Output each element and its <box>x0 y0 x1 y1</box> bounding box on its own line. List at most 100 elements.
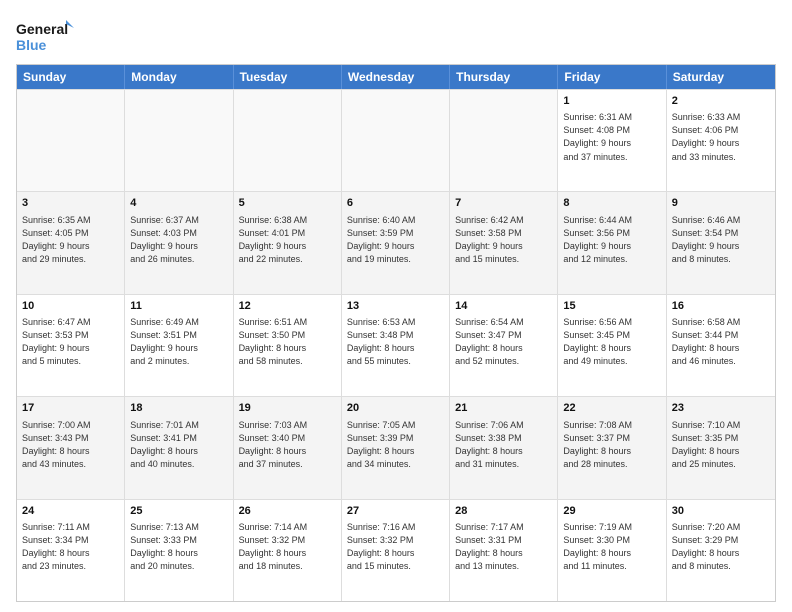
calendar-header-cell: Sunday <box>17 65 125 89</box>
day-info: Sunrise: 6:51 AMSunset: 3:50 PMDaylight:… <box>239 316 336 368</box>
calendar-cell-empty <box>342 90 450 191</box>
calendar-cell: 14 Sunrise: 6:54 AMSunset: 3:47 PMDayligh… <box>450 295 558 396</box>
calendar-body: 1 Sunrise: 6:31 AMSunset: 4:08 PMDaylight… <box>17 89 775 601</box>
calendar-cell: 13Sunrise: 6:53 AMSunset: 3:48 PMDayligh… <box>342 295 450 396</box>
day-number: 25 <box>130 504 227 519</box>
calendar-header-row: SundayMondayTuesdayWednesdayThursdayFrid… <box>17 65 775 89</box>
calendar-cell: 7 Sunrise: 6:42 AMSunset: 3:58 PMDaylight… <box>450 192 558 293</box>
calendar-cell: 4Sunrise: 6:37 AMSunset: 4:03 PMDaylight… <box>125 192 233 293</box>
day-info: Sunrise: 7:10 AMSunset: 3:35 PMDaylight:… <box>672 419 770 471</box>
day-number: 2 <box>672 94 770 109</box>
day-number: 7 <box>455 196 552 211</box>
calendar-cell: 5 Sunrise: 6:38 AMSunset: 4:01 PMDaylight… <box>234 192 342 293</box>
calendar-cell-empty <box>450 90 558 191</box>
calendar-cell: 15 Sunrise: 6:56 AMSunset: 3:45 PMDayligh… <box>558 295 666 396</box>
header: General Blue <box>16 16 776 56</box>
day-number: 12 <box>239 299 336 314</box>
calendar-cell: 18 Sunrise: 7:01 AMSunset: 3:41 PMDayligh… <box>125 397 233 498</box>
day-info: Sunrise: 7:05 AMSunset: 3:39 PMDaylight:… <box>347 419 444 471</box>
day-number: 14 <box>455 299 552 314</box>
logo: General Blue <box>16 16 76 56</box>
day-number: 11 <box>130 299 227 314</box>
day-info: Sunrise: 7:01 AMSunset: 3:41 PMDaylight:… <box>130 419 227 471</box>
day-number: 21 <box>455 401 552 416</box>
calendar-cell-empty <box>234 90 342 191</box>
calendar-cell: 9 Sunrise: 6:46 AMSunset: 3:54 PMDaylight… <box>667 192 775 293</box>
calendar-header-cell: Wednesday <box>342 65 450 89</box>
day-info: Sunrise: 6:56 AMSunset: 3:45 PMDaylight:… <box>563 316 660 368</box>
day-info: Sunrise: 6:31 AMSunset: 4:08 PMDaylight:… <box>563 111 660 163</box>
day-info: Sunrise: 6:47 AMSunset: 3:53 PMDaylight:… <box>22 316 119 368</box>
calendar-cell: 30 Sunrise: 7:20 AMSunset: 3:29 PMDayligh… <box>667 500 775 601</box>
svg-text:General: General <box>16 21 68 37</box>
day-number: 3 <box>22 196 119 211</box>
day-number: 29 <box>563 504 660 519</box>
calendar-header-cell: Saturday <box>667 65 775 89</box>
logo-svg: General Blue <box>16 16 76 56</box>
day-info: Sunrise: 7:11 AMSunset: 3:34 PMDaylight:… <box>22 521 119 573</box>
day-number: 10 <box>22 299 119 314</box>
day-info: Sunrise: 6:38 AMSunset: 4:01 PMDaylight:… <box>239 214 336 266</box>
day-info: Sunrise: 6:33 AMSunset: 4:06 PMDaylight:… <box>672 111 770 163</box>
calendar-cell: 3 Sunrise: 6:35 AMSunset: 4:05 PMDaylight… <box>17 192 125 293</box>
calendar-row: 24Sunrise: 7:11 AMSunset: 3:34 PMDayligh… <box>17 499 775 601</box>
calendar-cell: 11 Sunrise: 6:49 AMSunset: 3:51 PMDayligh… <box>125 295 233 396</box>
day-number: 9 <box>672 196 770 211</box>
day-info: Sunrise: 6:37 AMSunset: 4:03 PMDaylight:… <box>130 214 227 266</box>
calendar-cell: 25Sunrise: 7:13 AMSunset: 3:33 PMDayligh… <box>125 500 233 601</box>
day-info: Sunrise: 6:58 AMSunset: 3:44 PMDaylight:… <box>672 316 770 368</box>
day-number: 22 <box>563 401 660 416</box>
calendar-cell: 8 Sunrise: 6:44 AMSunset: 3:56 PMDaylight… <box>558 192 666 293</box>
calendar-cell: 21 Sunrise: 7:06 AMSunset: 3:38 PMDayligh… <box>450 397 558 498</box>
calendar-cell: 16 Sunrise: 6:58 AMSunset: 3:44 PMDayligh… <box>667 295 775 396</box>
day-number: 15 <box>563 299 660 314</box>
calendar-cell: 19Sunrise: 7:03 AMSunset: 3:40 PMDayligh… <box>234 397 342 498</box>
day-info: Sunrise: 6:46 AMSunset: 3:54 PMDaylight:… <box>672 214 770 266</box>
calendar-header-cell: Friday <box>558 65 666 89</box>
day-info: Sunrise: 6:49 AMSunset: 3:51 PMDaylight:… <box>130 316 227 368</box>
day-number: 17 <box>22 401 119 416</box>
day-info: Sunrise: 7:06 AMSunset: 3:38 PMDaylight:… <box>455 419 552 471</box>
day-number: 8 <box>563 196 660 211</box>
calendar-cell: 26 Sunrise: 7:14 AMSunset: 3:32 PMDayligh… <box>234 500 342 601</box>
day-info: Sunrise: 6:54 AMSunset: 3:47 PMDaylight:… <box>455 316 552 368</box>
day-number: 27 <box>347 504 444 519</box>
day-number: 26 <box>239 504 336 519</box>
calendar-row: 1 Sunrise: 6:31 AMSunset: 4:08 PMDaylight… <box>17 89 775 191</box>
calendar: SundayMondayTuesdayWednesdayThursdayFrid… <box>16 64 776 602</box>
day-info: Sunrise: 6:42 AMSunset: 3:58 PMDaylight:… <box>455 214 552 266</box>
calendar-cell: 29 Sunrise: 7:19 AMSunset: 3:30 PMDayligh… <box>558 500 666 601</box>
calendar-cell: 12 Sunrise: 6:51 AMSunset: 3:50 PMDayligh… <box>234 295 342 396</box>
day-info: Sunrise: 7:08 AMSunset: 3:37 PMDaylight:… <box>563 419 660 471</box>
day-info: Sunrise: 7:16 AMSunset: 3:32 PMDaylight:… <box>347 521 444 573</box>
day-info: Sunrise: 7:14 AMSunset: 3:32 PMDaylight:… <box>239 521 336 573</box>
calendar-cell: 10 Sunrise: 6:47 AMSunset: 3:53 PMDayligh… <box>17 295 125 396</box>
calendar-cell: 17 Sunrise: 7:00 AMSunset: 3:43 PMDayligh… <box>17 397 125 498</box>
calendar-header-cell: Thursday <box>450 65 558 89</box>
day-info: Sunrise: 6:35 AMSunset: 4:05 PMDaylight:… <box>22 214 119 266</box>
calendar-cell: 1 Sunrise: 6:31 AMSunset: 4:08 PMDaylight… <box>558 90 666 191</box>
day-number: 1 <box>563 94 660 109</box>
day-number: 6 <box>347 196 444 211</box>
calendar-cell: 6Sunrise: 6:40 AMSunset: 3:59 PMDaylight… <box>342 192 450 293</box>
day-number: 23 <box>672 401 770 416</box>
day-number: 28 <box>455 504 552 519</box>
day-number: 18 <box>130 401 227 416</box>
calendar-cell-empty <box>125 90 233 191</box>
day-info: Sunrise: 6:44 AMSunset: 3:56 PMDaylight:… <box>563 214 660 266</box>
day-number: 30 <box>672 504 770 519</box>
calendar-cell: 23 Sunrise: 7:10 AMSunset: 3:35 PMDayligh… <box>667 397 775 498</box>
day-info: Sunrise: 7:17 AMSunset: 3:31 PMDaylight:… <box>455 521 552 573</box>
calendar-row: 3 Sunrise: 6:35 AMSunset: 4:05 PMDaylight… <box>17 191 775 293</box>
calendar-cell: 22 Sunrise: 7:08 AMSunset: 3:37 PMDayligh… <box>558 397 666 498</box>
day-info: Sunrise: 7:00 AMSunset: 3:43 PMDaylight:… <box>22 419 119 471</box>
day-info: Sunrise: 7:19 AMSunset: 3:30 PMDaylight:… <box>563 521 660 573</box>
day-number: 5 <box>239 196 336 211</box>
day-number: 16 <box>672 299 770 314</box>
day-info: Sunrise: 7:20 AMSunset: 3:29 PMDaylight:… <box>672 521 770 573</box>
day-number: 20 <box>347 401 444 416</box>
calendar-cell: 24Sunrise: 7:11 AMSunset: 3:34 PMDayligh… <box>17 500 125 601</box>
day-number: 19 <box>239 401 336 416</box>
calendar-header-cell: Monday <box>125 65 233 89</box>
calendar-row: 17 Sunrise: 7:00 AMSunset: 3:43 PMDayligh… <box>17 396 775 498</box>
